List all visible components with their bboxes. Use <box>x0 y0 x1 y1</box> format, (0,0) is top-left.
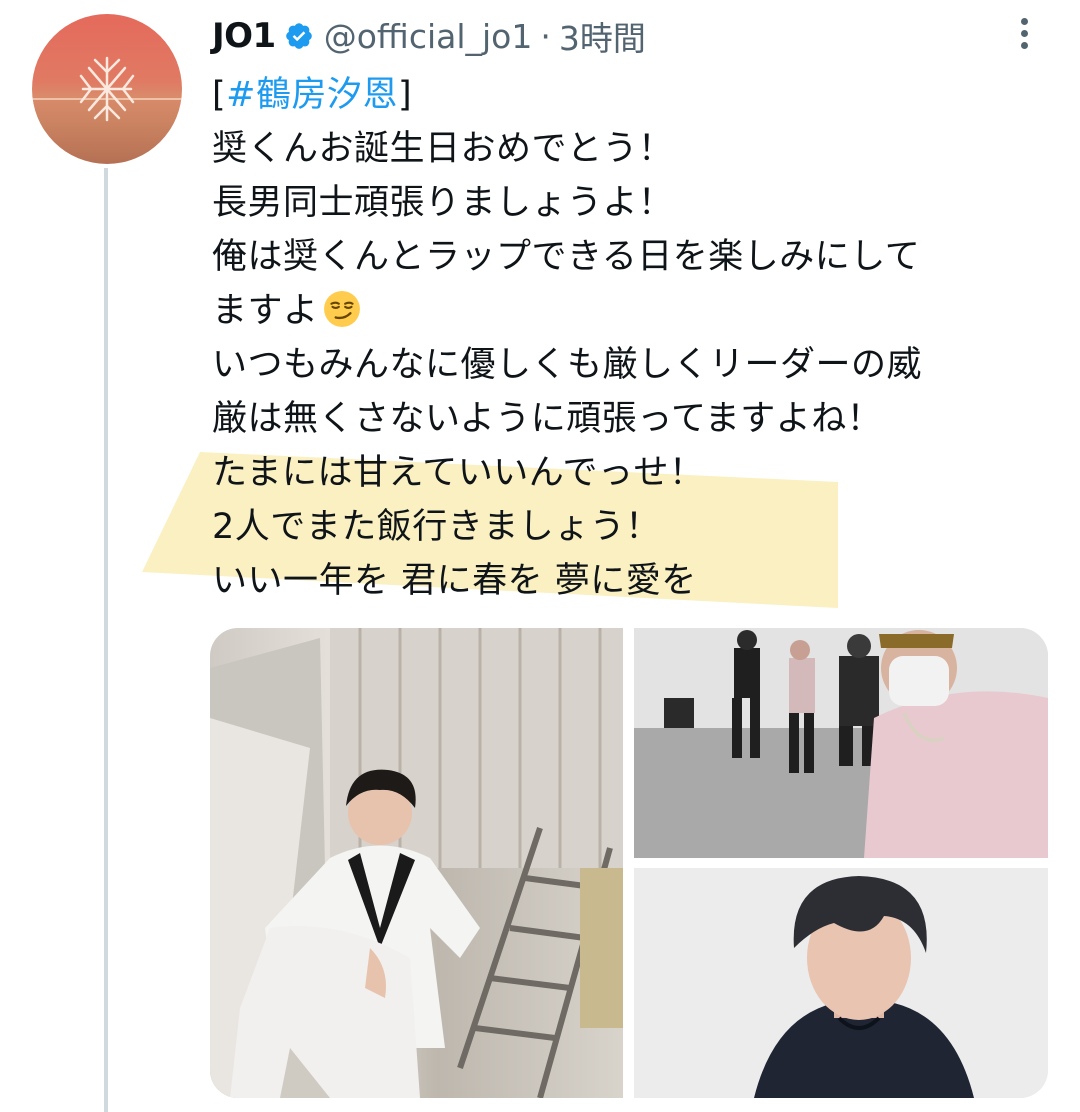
smirking-face-emoji-icon <box>323 291 360 327</box>
verified-badge-icon <box>285 23 312 49</box>
tweet-line: 奨くんお誕生日おめでとう！ <box>212 129 674 169</box>
tweet-line: 俺は奨くんとラップできる日を楽しみにして <box>212 237 921 277</box>
separator-dot: · <box>540 16 551 56</box>
tweet-line: ますよ <box>212 291 319 331</box>
hashtag-link[interactable]: #鶴房汐恩 <box>226 75 398 115</box>
tweet-text: [#鶴房汐恩] 奨くんお誕生日おめでとう！ 長男同士頑張りましょうよ！ 俺は奨く… <box>212 68 1052 608</box>
photo-dance-practice-room[interactable] <box>634 628 1048 858</box>
tweet-line-with-emoji: ますよ <box>212 284 1052 338</box>
jo1-logo-icon <box>79 56 135 122</box>
tweet-header: JO1 @official_jo1 · 3時間 <box>212 12 646 60</box>
tweet-line: いつもみんなに優しくも厳しくリーダーの威 <box>212 345 923 385</box>
tweet-line: 厳は無くさないように頑張ってますよね！ <box>212 399 883 439</box>
author-handle[interactable]: @official_jo1 <box>324 17 533 56</box>
tweet-line: 長男同士頑張りましょうよ！ <box>212 183 674 223</box>
bracket-close: ] <box>397 75 413 115</box>
photo-person-white-outfit[interactable] <box>210 628 623 1098</box>
thread-line <box>104 168 108 1112</box>
author-name[interactable]: JO1 <box>212 16 276 56</box>
photo-person-black-hoodie[interactable] <box>634 868 1048 1098</box>
hashtag-line: [#鶴房汐恩] <box>212 68 1052 122</box>
media-grid <box>210 628 1048 1098</box>
photo-illustration <box>634 868 1048 1098</box>
photo-illustration <box>210 628 623 1098</box>
avatar[interactable] <box>32 14 182 164</box>
tweet-line: 2人でまた飯行きましょう！ <box>212 507 661 547</box>
tweet-line: いい一年を 君に春を 夢に愛を <box>212 561 697 601</box>
timestamp[interactable]: 3時間 <box>559 12 646 60</box>
bracket-open: [ <box>212 75 227 115</box>
photo-illustration <box>634 628 1048 858</box>
tweet-line: たまには甘えていいんでっせ！ <box>212 453 705 493</box>
more-options-icon[interactable] <box>1010 14 1038 54</box>
